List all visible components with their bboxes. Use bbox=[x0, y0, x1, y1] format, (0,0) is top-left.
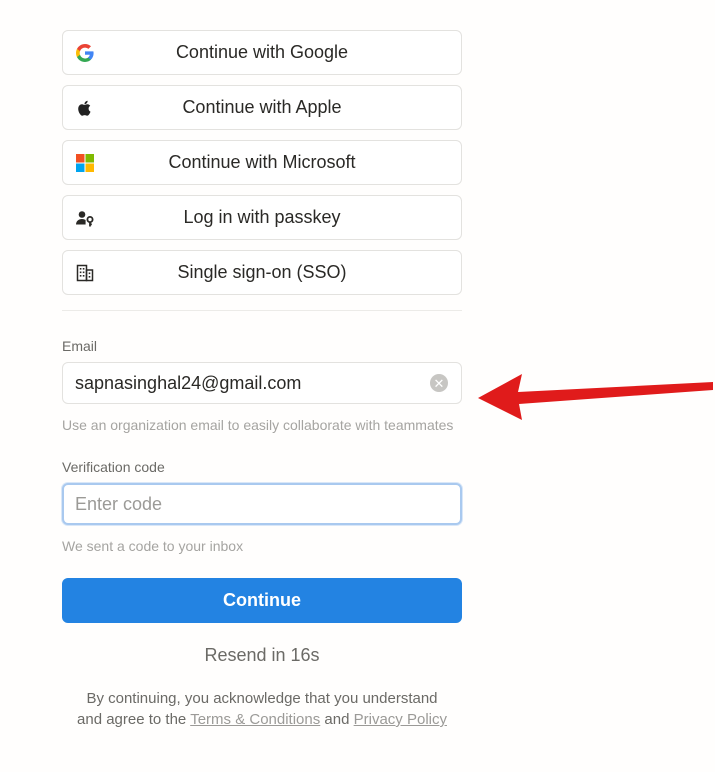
clear-icon[interactable]: ✕ bbox=[430, 374, 448, 392]
continue-with-microsoft-button[interactable]: Continue with Microsoft bbox=[62, 140, 462, 185]
privacy-policy-link[interactable]: Privacy Policy bbox=[354, 711, 447, 728]
log-in-with-passkey-button[interactable]: Log in with passkey bbox=[62, 195, 462, 240]
email-label: Email bbox=[62, 338, 98, 354]
continue-with-google-button[interactable]: Continue with Google bbox=[62, 30, 462, 75]
red-arrow-icon bbox=[478, 374, 713, 420]
google-icon bbox=[76, 44, 94, 62]
continue-with-apple-button[interactable]: Continue with Apple bbox=[62, 85, 462, 130]
resend-timer: Resend in 16s bbox=[204, 645, 320, 665]
passkey-icon bbox=[76, 211, 94, 227]
single-sign-on-button[interactable]: Single sign-on (SSO) bbox=[62, 250, 462, 295]
single-sign-on-label: Single sign-on (SSO) bbox=[177, 262, 347, 282]
verification-code-placeholder: Enter code bbox=[75, 493, 163, 514]
apple-icon bbox=[78, 100, 91, 116]
verification-code-input[interactable]: Enter code bbox=[62, 483, 462, 525]
legal-line-1: By continuing, you acknowledge that you … bbox=[86, 690, 438, 707]
email-hint: Use an organization email to easily coll… bbox=[62, 417, 454, 433]
continue-button[interactable]: Continue bbox=[62, 578, 462, 623]
microsoft-icon bbox=[76, 154, 94, 172]
log-in-with-passkey-label: Log in with passkey bbox=[183, 207, 341, 227]
legal-and: and bbox=[324, 711, 350, 728]
continue-with-microsoft-label: Continue with Microsoft bbox=[168, 152, 356, 172]
continue-with-google-label: Continue with Google bbox=[175, 42, 349, 62]
verification-code-label: Verification code bbox=[62, 459, 165, 475]
login-form: Continue with Google Continue with Apple… bbox=[62, 30, 462, 730]
email-value: sapnasinghal24@gmail.com bbox=[75, 372, 302, 393]
legal-notice: By continuing, you acknowledge that you … bbox=[62, 688, 462, 730]
legal-line-2-prefix: and agree to the bbox=[77, 711, 187, 728]
building-icon bbox=[76, 264, 94, 282]
divider bbox=[62, 310, 462, 311]
terms-link[interactable]: Terms & Conditions bbox=[190, 711, 320, 728]
email-field[interactable]: sapnasinghal24@gmail.com ✕ bbox=[62, 362, 462, 404]
continue-with-apple-label: Continue with Apple bbox=[182, 97, 342, 117]
verification-code-hint: We sent a code to your inbox bbox=[62, 538, 244, 554]
